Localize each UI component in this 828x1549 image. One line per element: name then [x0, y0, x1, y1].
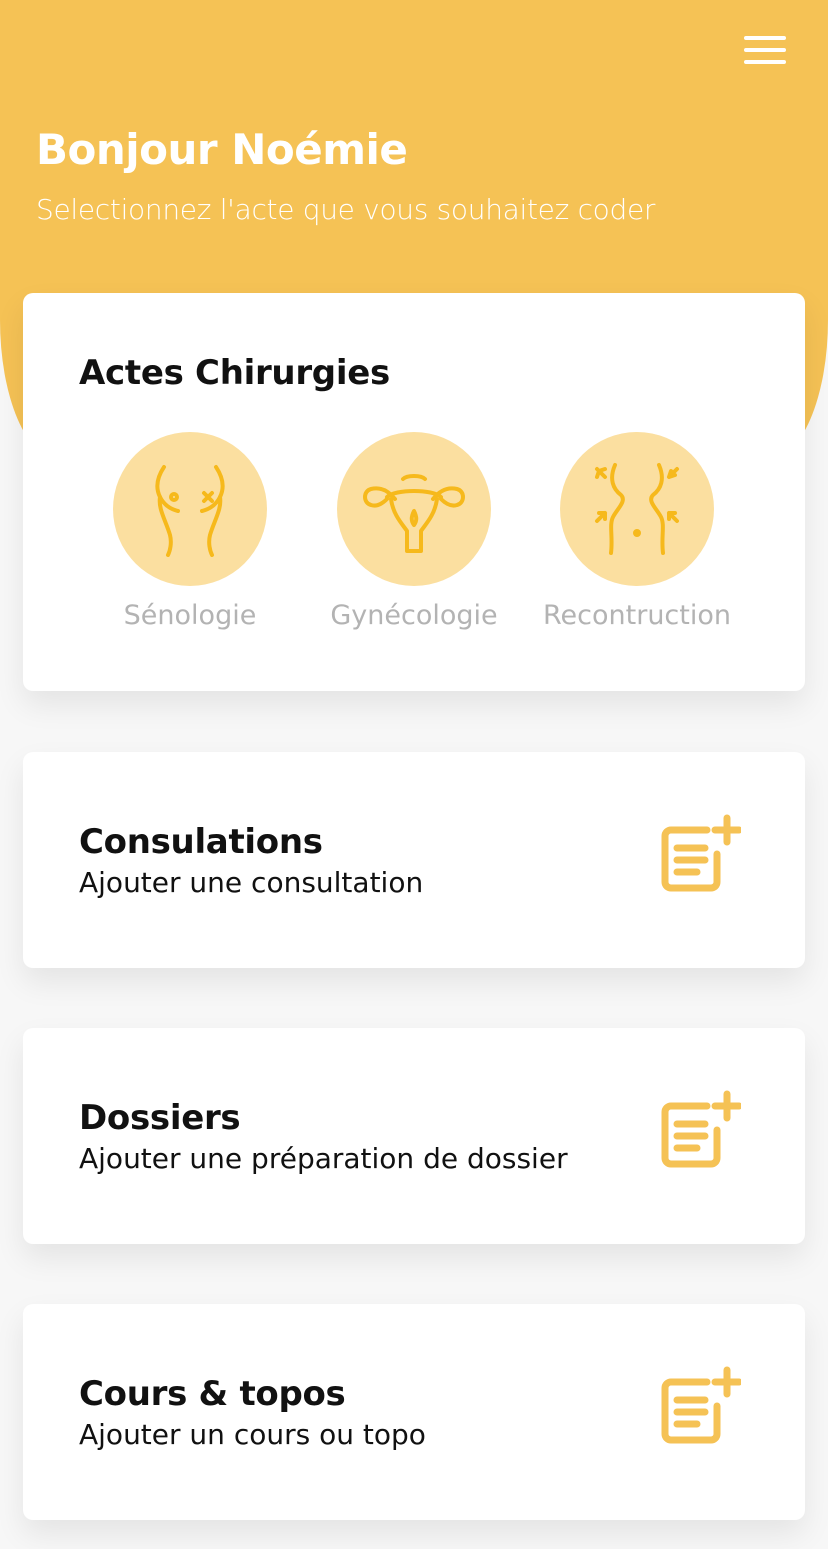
dossiers-title: Dossiers: [79, 1098, 241, 1138]
menu-line: [744, 36, 786, 40]
category-label: Recontruction: [543, 600, 731, 631]
hamburger-menu-icon[interactable]: [736, 30, 792, 70]
category-circle: [560, 432, 714, 586]
menu-line: [744, 48, 786, 52]
category-senologie[interactable]: Sénologie: [90, 432, 290, 636]
greeting-title: Bonjour Noémie: [36, 125, 408, 174]
body-reconstruction-icon: [595, 463, 679, 555]
category-label: Sénologie: [123, 600, 257, 631]
cours-topos-title: Cours & topos: [79, 1374, 346, 1414]
surgery-card-title: Actes Chirurgies: [79, 353, 390, 393]
consultations-subtitle: Ajouter une consultation: [79, 866, 424, 899]
menu-line: [744, 60, 786, 64]
category-label: Gynécologie: [330, 600, 498, 631]
surgery-card: Actes Chirurgies Sénologie Gynécologie R…: [23, 293, 805, 691]
category-gynecologie[interactable]: Gynécologie: [314, 432, 514, 636]
category-reconstruction[interactable]: Recontruction: [537, 432, 737, 636]
breast-icon: [155, 465, 225, 557]
dossiers-card[interactable]: Dossiers Ajouter une préparation de doss…: [23, 1028, 805, 1244]
uterus-icon: [363, 474, 465, 553]
add-note-icon[interactable]: [661, 814, 741, 894]
category-circle: [337, 432, 491, 586]
cours-topos-subtitle: Ajouter un cours ou topo: [79, 1418, 426, 1451]
dossiers-subtitle: Ajouter une préparation de dossier: [79, 1142, 568, 1175]
consultations-card[interactable]: Consulations Ajouter une consultation: [23, 752, 805, 968]
greeting-subtitle: Selectionnez l'acte que vous souhaitez c…: [36, 193, 656, 226]
cours-topos-card[interactable]: Cours & topos Ajouter un cours ou topo: [23, 1304, 805, 1520]
add-note-icon[interactable]: [661, 1366, 741, 1446]
category-circle: [113, 432, 267, 586]
consultations-title: Consulations: [79, 822, 323, 862]
add-note-icon[interactable]: [661, 1090, 741, 1170]
